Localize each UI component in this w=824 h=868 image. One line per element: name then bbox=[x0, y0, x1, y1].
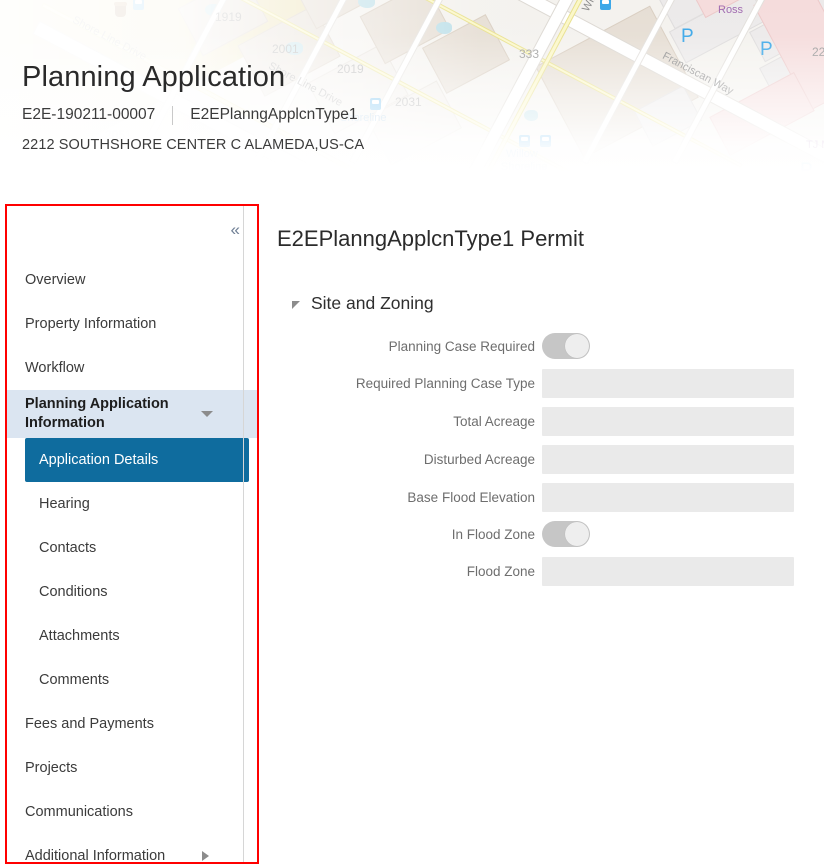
sidebar-item-comments[interactable]: Comments bbox=[7, 658, 257, 702]
sidebar-item-attachments[interactable]: Attachments bbox=[7, 614, 257, 658]
sidebar-navigation: « Overview Property Information Workflow… bbox=[7, 206, 257, 862]
sidebar-item-label: Overview bbox=[25, 272, 86, 288]
field-row-total-acreage: Total Acreage bbox=[259, 402, 824, 440]
sidebar-item-fees-and-payments[interactable]: Fees and Payments bbox=[7, 702, 257, 746]
field-label: Required Planning Case Type bbox=[355, 375, 535, 391]
sidebar-item-projects[interactable]: Projects bbox=[7, 746, 257, 790]
sidebar-item-label: Fees and Payments bbox=[25, 716, 154, 732]
site-and-zoning-group-header[interactable]: Site and Zoning bbox=[292, 293, 824, 314]
chevron-down-icon bbox=[201, 411, 213, 417]
field-row-flood-zone: Flood Zone bbox=[259, 552, 824, 590]
record-address: 2212 SOUTHSHORE CENTER C ALAMEDA,US-CA bbox=[22, 137, 365, 153]
sidebar-item-label: Planning Application Information bbox=[25, 396, 169, 431]
field-row-planning-case-required: Planning Case Required bbox=[259, 328, 824, 364]
field-label: Flood Zone bbox=[466, 563, 535, 579]
sidebar-item-label: Property Information bbox=[25, 316, 157, 332]
sidebar-item-label: Communications bbox=[25, 804, 133, 820]
disturbed-acreage-input[interactable] bbox=[542, 444, 794, 474]
sidebar-item-label: Conditions bbox=[39, 584, 108, 600]
triangle-expanded-icon bbox=[292, 300, 300, 309]
sidebar-item-additional-information[interactable]: Additional Information bbox=[7, 834, 257, 862]
chevron-right-icon bbox=[202, 851, 209, 861]
field-label: Disturbed Acreage bbox=[423, 451, 535, 467]
toggle-knob bbox=[565, 334, 589, 358]
sidebar-item-contacts[interactable]: Contacts bbox=[7, 526, 257, 570]
collapse-sidebar-icon[interactable]: « bbox=[231, 221, 241, 238]
sidebar-item-workflow[interactable]: Workflow bbox=[7, 346, 257, 390]
field-label: In Flood Zone bbox=[451, 526, 535, 542]
field-row-base-flood-elevation: Base Flood Elevation bbox=[259, 478, 824, 516]
in-flood-zone-toggle[interactable] bbox=[542, 521, 590, 547]
field-label: Base Flood Elevation bbox=[407, 489, 535, 505]
sidebar-item-label: Application Details bbox=[39, 452, 159, 468]
field-row-required-planning-case-type: Required Planning Case Type bbox=[259, 364, 824, 402]
sidebar-item-conditions[interactable]: Conditions bbox=[7, 570, 257, 614]
permit-section-title: E2EPlanngApplcnType1 Permit bbox=[277, 226, 584, 251]
total-acreage-input[interactable] bbox=[542, 406, 794, 436]
sidebar-item-overview[interactable]: Overview bbox=[7, 258, 257, 302]
field-row-in-flood-zone: In Flood Zone bbox=[259, 516, 824, 552]
identity-divider bbox=[172, 105, 174, 125]
field-label: Planning Case Required bbox=[388, 338, 535, 354]
sidebar-item-label: Additional Information bbox=[25, 848, 166, 862]
sidebar-item-communications[interactable]: Communications bbox=[7, 790, 257, 834]
record-identity-row: E2E-190211-00007 E2EPlanngApplcnType1 bbox=[22, 105, 364, 125]
sidebar-item-label: Projects bbox=[25, 760, 78, 776]
sidebar-item-property-information[interactable]: Property Information bbox=[7, 302, 257, 346]
planning-case-required-toggle[interactable] bbox=[542, 333, 590, 359]
sidebar-collapse-row: « bbox=[7, 206, 257, 252]
sidebar-item-planning-application-information[interactable]: Planning Application Information bbox=[7, 390, 257, 438]
application-root: Shore Line Drive Shore Line Drive Willow… bbox=[0, 0, 824, 868]
flood-zone-input[interactable] bbox=[542, 556, 794, 586]
page-header: Shore Line Drive Shore Line Drive Willow… bbox=[0, 0, 824, 196]
sidebar-item-label: Workflow bbox=[25, 360, 85, 376]
header-text-block: Planning Application E2E-190211-00007 E2… bbox=[22, 58, 364, 153]
sidebar-item-label: Hearing bbox=[39, 496, 90, 512]
sidebar-item-application-details[interactable]: Application Details bbox=[25, 438, 249, 482]
toggle-knob bbox=[565, 522, 589, 546]
record-type: E2EPlanngApplcnType1 bbox=[190, 106, 358, 123]
field-row-disturbed-acreage: Disturbed Acreage bbox=[259, 440, 824, 478]
sidebar-item-list: Overview Property Information Workflow P… bbox=[7, 252, 257, 862]
sidebar-item-hearing[interactable]: Hearing bbox=[7, 482, 257, 526]
site-and-zoning-form: Planning Case Required Required Planning… bbox=[259, 328, 824, 590]
sidebar-item-label: Contacts bbox=[39, 540, 97, 556]
required-planning-case-type-input[interactable] bbox=[542, 368, 794, 398]
sidebar-scrollbar[interactable] bbox=[243, 206, 244, 862]
base-flood-elevation-input[interactable] bbox=[542, 482, 794, 512]
main-content: E2EPlanngApplcnType1 Permit Site and Zon… bbox=[259, 196, 824, 868]
sidebar-item-label: Attachments bbox=[39, 628, 120, 644]
page-title: Planning Application bbox=[22, 61, 286, 93]
group-title: Site and Zoning bbox=[311, 293, 434, 313]
field-label: Total Acreage bbox=[453, 413, 535, 429]
sidebar-item-label: Comments bbox=[39, 672, 110, 688]
record-id: E2E-190211-00007 bbox=[22, 106, 156, 123]
